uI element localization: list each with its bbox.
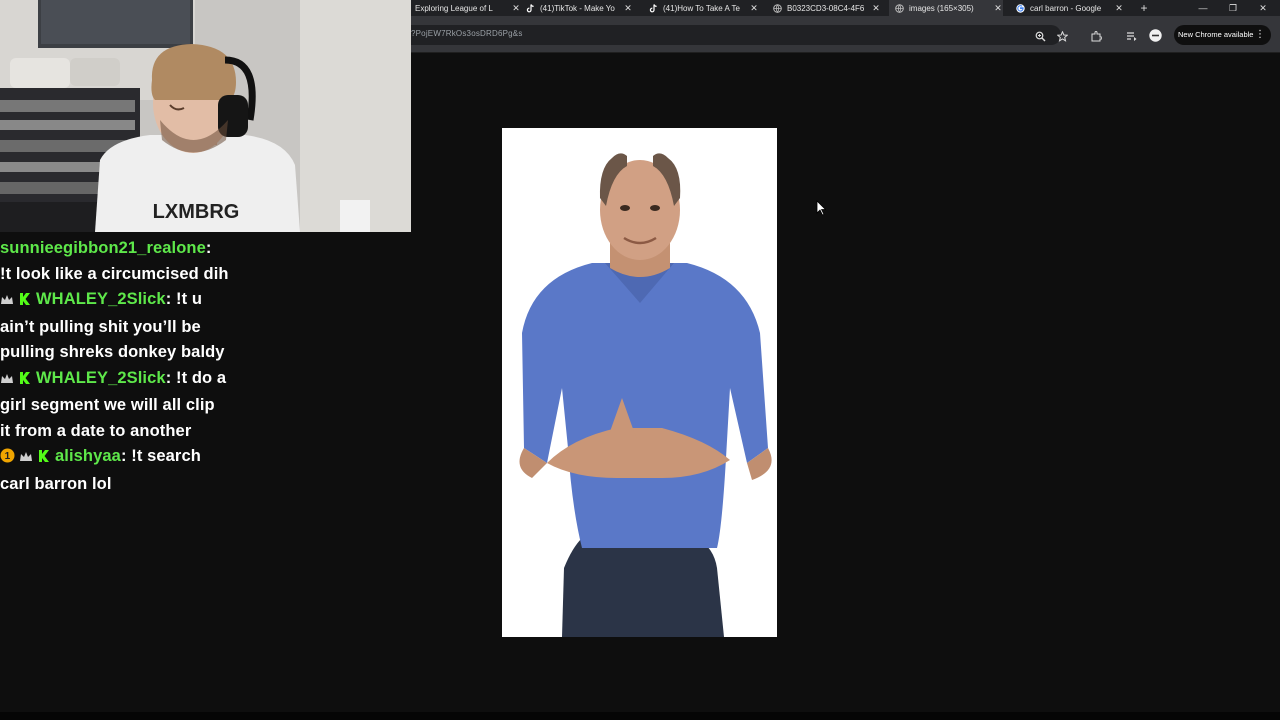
chat-line: WHALEY_2Slick: !t u	[0, 287, 300, 315]
browser-window: Exploring League of L ✕ (41)TikTok - Mak…	[411, 0, 1280, 720]
mouse-cursor-icon	[816, 200, 827, 221]
media-controls-icon[interactable]	[1124, 29, 1138, 43]
chat-message-text: carl barron lol	[0, 474, 112, 493]
close-icon[interactable]: ✕	[871, 3, 881, 14]
chat-overlay: sunnieegibbon21_realone: !t look like a …	[0, 236, 300, 497]
close-icon[interactable]: ✕	[993, 3, 1003, 14]
close-icon[interactable]: ✕	[511, 3, 521, 14]
crown-icon	[0, 289, 14, 315]
chat-line: !t look like a circumcised dih	[0, 262, 300, 288]
tab-1[interactable]: (41)TikTok - Make Yo ✕	[526, 0, 633, 16]
chat-username: WHALEY_2Slick	[36, 368, 166, 387]
chat-message-text: !t look like a circumcised dih	[0, 264, 229, 283]
minimize-button[interactable]: —	[1188, 0, 1218, 16]
crown-icon	[19, 446, 33, 472]
tiktok-icon	[649, 3, 658, 13]
tab-3[interactable]: B0323CD3-08C4-4F6 ✕	[773, 0, 881, 16]
globe-icon	[895, 3, 904, 13]
globe-icon	[773, 3, 782, 13]
chat-line: ain’t pulling shit you’ll be	[0, 315, 300, 341]
chat-line: pulling shreks donkey baldy	[0, 340, 300, 366]
chat-message-text: it from a date to another	[0, 421, 192, 440]
svg-text:1: 1	[5, 451, 11, 462]
zoom-icon[interactable]	[1033, 29, 1047, 43]
chat-username: sunnieegibbon21_realone	[0, 239, 206, 257]
chat-message-text: ain’t pulling shit you’ll be	[0, 317, 201, 336]
close-icon[interactable]: ✕	[749, 3, 759, 14]
tab-5[interactable]: carl barron - Google ✕	[1016, 0, 1124, 16]
tab-0[interactable]: Exploring League of L ✕	[415, 0, 521, 16]
sub-badge-icon: 1	[0, 446, 15, 472]
crown-icon	[0, 368, 14, 394]
new-chrome-available-button[interactable]: New Chrome available ⋮	[1174, 25, 1271, 45]
chat-line: girl segment we will all clip	[0, 393, 300, 419]
close-icon[interactable]: ✕	[623, 3, 633, 14]
chat-line: sunnieegibbon21_realone:	[0, 239, 212, 257]
tab-strip: Exploring League of L ✕ (41)TikTok - Mak…	[411, 0, 1280, 16]
k-badge-icon	[18, 289, 32, 315]
chat-username: alishyaa	[55, 447, 121, 465]
webcam-feed: LXMBRG	[0, 0, 411, 232]
taskbar-strip	[0, 712, 1280, 720]
address-bar[interactable]: ?PojEW7RkOs3osDRD6Pg&s	[411, 25, 1061, 45]
google-icon	[1016, 3, 1025, 13]
tiktok-icon	[526, 3, 535, 13]
page-viewport	[411, 53, 1280, 713]
new-tab-button[interactable]: +	[1137, 0, 1151, 16]
screen: LXMBRG sunnieegibbon21_realone: !t look …	[0, 0, 1280, 720]
tab-4[interactable]: images (165×305) ✕	[889, 0, 1003, 16]
bookmark-star-icon[interactable]	[1055, 29, 1069, 43]
k-badge-icon	[37, 446, 51, 472]
chat-line: 1 alishyaa: !t search	[0, 444, 300, 472]
chat-line: it from a date to another	[0, 419, 300, 445]
profile-avatar[interactable]	[1148, 28, 1162, 42]
shirt-print: LXMBRG	[153, 201, 240, 223]
menu-dots-icon[interactable]: ⋮	[1255, 25, 1265, 45]
chat-line: WHALEY_2Slick: !t do a	[0, 366, 300, 394]
chat-line: carl barron lol	[0, 472, 300, 498]
chat-message-text: pulling shreks donkey baldy	[0, 343, 225, 361]
restore-button[interactable]: ❐	[1218, 0, 1248, 16]
k-badge-icon	[18, 368, 32, 394]
url-text: ?PojEW7RkOs3osDRD6Pg&s	[411, 29, 523, 38]
chat-username: WHALEY_2Slick	[36, 290, 166, 308]
displayed-image	[502, 128, 777, 637]
tab-2[interactable]: (41)How To Take A Te ✕	[649, 0, 759, 16]
extensions-icon[interactable]	[1089, 29, 1103, 43]
chat-message-text: girl segment we will all clip	[0, 396, 215, 414]
close-icon[interactable]: ✕	[1114, 3, 1124, 14]
close-window-button[interactable]: ✕	[1248, 0, 1278, 16]
